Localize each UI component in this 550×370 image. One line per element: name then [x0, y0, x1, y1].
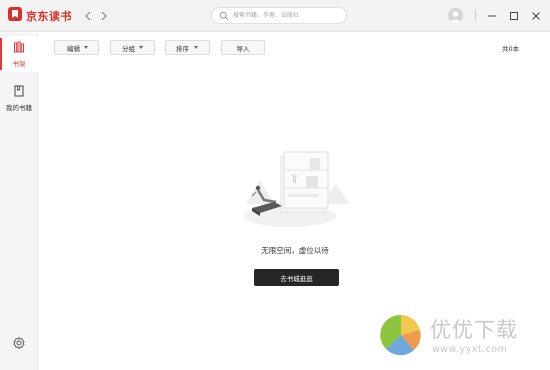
minimize-icon — [488, 15, 496, 17]
sidebar-item-bookshelf[interactable]: 书架 — [0, 36, 38, 72]
watermark-title: 优优下载 — [430, 318, 518, 342]
chevron-right-icon — [101, 11, 107, 21]
book-icon — [14, 85, 24, 97]
sort-label: 排序 — [176, 45, 189, 53]
watermark-url: www.yyxt.com — [432, 344, 508, 355]
app-name: 京东读书 — [26, 10, 72, 23]
group-dropdown[interactable]: 分组 — [110, 40, 155, 55]
watermark: 优优下载 www.yyxt.com — [374, 308, 544, 364]
search-box[interactable] — [211, 7, 347, 24]
group-label: 分组 — [122, 45, 135, 53]
sidebar-item-label: 我的书籍 — [6, 104, 32, 112]
search-icon — [219, 11, 229, 21]
forward-button[interactable] — [98, 8, 110, 22]
search-input[interactable] — [233, 9, 343, 22]
avatar[interactable] — [448, 8, 463, 23]
caret-down-icon — [139, 46, 143, 49]
caret-down-icon — [194, 46, 198, 49]
import-button[interactable]: 导入 — [221, 40, 265, 55]
window-controls-divider — [475, 10, 476, 21]
sidebar-item-my-books[interactable]: 我的书籍 — [0, 80, 38, 116]
user-avatar-icon — [450, 11, 461, 23]
sidebar-item-label: 书架 — [12, 60, 26, 68]
maximize-button[interactable] — [507, 8, 521, 22]
empty-shelf-illustration-icon — [244, 151, 350, 227]
go-to-bookstore-button[interactable]: 去书城逛逛 — [254, 269, 339, 286]
maximize-icon — [510, 12, 518, 20]
close-icon — [532, 12, 540, 20]
close-button[interactable] — [529, 8, 543, 22]
edit-dropdown[interactable]: 编辑 — [54, 40, 99, 55]
settings-button[interactable] — [12, 335, 26, 350]
watermark-logo-icon — [380, 314, 421, 356]
chevron-left-icon — [85, 11, 91, 21]
sort-dropdown[interactable]: 排序 — [165, 40, 210, 55]
app-logo-icon — [8, 7, 22, 21]
import-label: 导入 — [236, 45, 250, 53]
empty-state-message: 无限空间，虚位以待 — [261, 246, 329, 255]
back-button[interactable] — [82, 8, 94, 22]
edit-label: 编辑 — [67, 45, 80, 53]
title-bar: 京东读书 — [0, 0, 550, 32]
settings-icon — [13, 336, 25, 350]
caret-down-icon — [84, 46, 88, 49]
sidebar: 书架 我的书籍 — [0, 33, 38, 370]
bookshelf-icon — [14, 41, 25, 53]
book-count: 共0本 — [502, 45, 520, 53]
minimize-button[interactable] — [485, 8, 499, 22]
